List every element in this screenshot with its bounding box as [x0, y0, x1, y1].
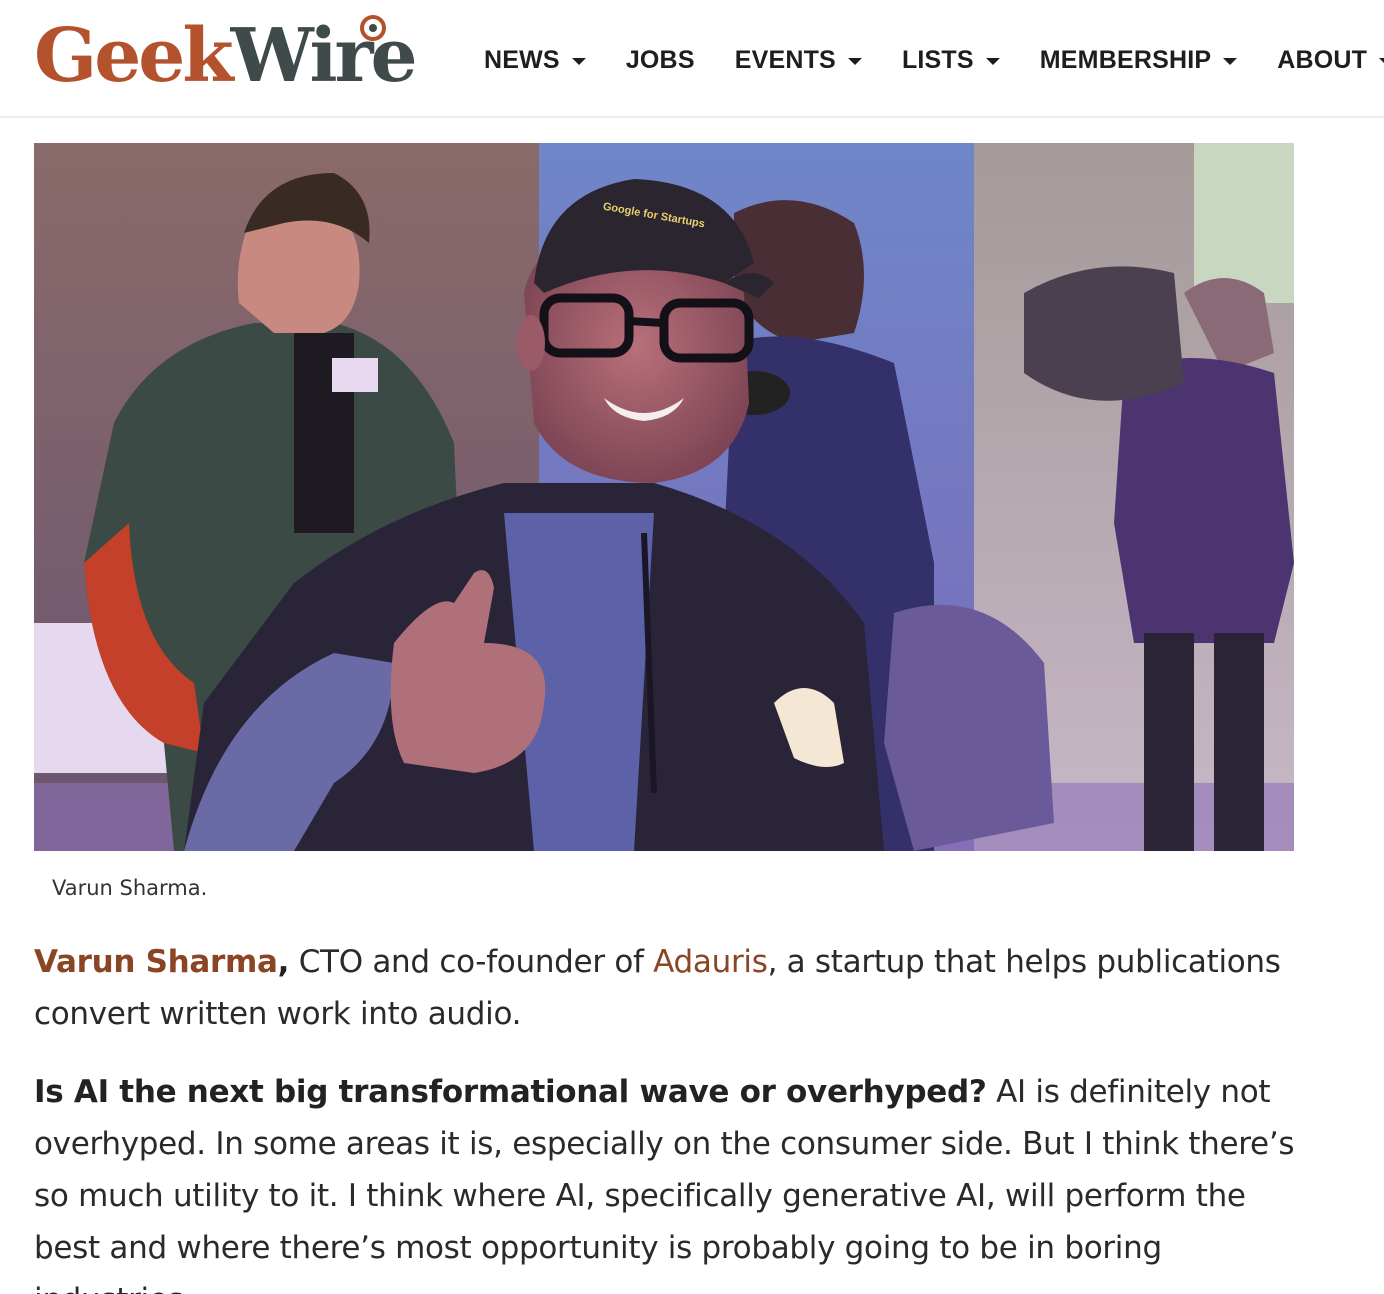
name-comma: ,: [277, 944, 290, 980]
nav-label: NEWS: [484, 45, 560, 74]
chevron-down-icon: [985, 58, 1000, 65]
logo-eye-icon: [360, 15, 386, 41]
nav-label: MEMBERSHIP: [1039, 45, 1212, 74]
company-link[interactable]: Adauris: [653, 944, 768, 980]
nav-label: LISTS: [901, 45, 974, 74]
nav-label: ABOUT: [1277, 45, 1368, 74]
intro-paragraph: Varun Sharma, CTO and co-founder of Adau…: [34, 936, 1304, 1040]
nav-item-events[interactable]: EVENTS: [735, 46, 862, 75]
chevron-down-icon: [1379, 58, 1384, 65]
geekwire-logo[interactable]: GeekWire: [34, 13, 418, 99]
qa-paragraph: Is AI the next big transformational wave…: [34, 1066, 1304, 1294]
logo-geek-text: Geek: [34, 13, 234, 99]
question-text: Is AI the next big transformational wave…: [34, 1074, 987, 1110]
nav-item-about[interactable]: ABOUT: [1277, 46, 1384, 75]
chevron-down-icon: [847, 58, 862, 65]
nav-item-lists[interactable]: LISTS: [902, 46, 1000, 75]
chevron-down-icon: [1223, 58, 1238, 65]
logo-wire-text: Wire: [230, 13, 418, 99]
nav-item-news[interactable]: NEWS: [484, 46, 586, 75]
nav-label: JOBS: [625, 45, 695, 74]
site-header: GeekWire NEWS JOBS EVENTS LISTS MEMBERSH…: [0, 0, 1384, 118]
main-nav: NEWS JOBS EVENTS LISTS MEMBERSHIP ABOUT: [484, 40, 1384, 80]
nav-item-jobs[interactable]: JOBS: [626, 46, 695, 75]
nav-label: EVENTS: [734, 45, 836, 74]
person-name-link[interactable]: Varun Sharma: [34, 944, 278, 980]
article-photo: Google for Startups: [34, 143, 1294, 851]
nav-item-membership[interactable]: MEMBERSHIP: [1039, 45, 1238, 75]
chevron-down-icon: [571, 58, 586, 65]
photo-caption: Varun Sharma.: [52, 876, 208, 900]
intro-text: CTO and co-founder of: [289, 944, 654, 980]
